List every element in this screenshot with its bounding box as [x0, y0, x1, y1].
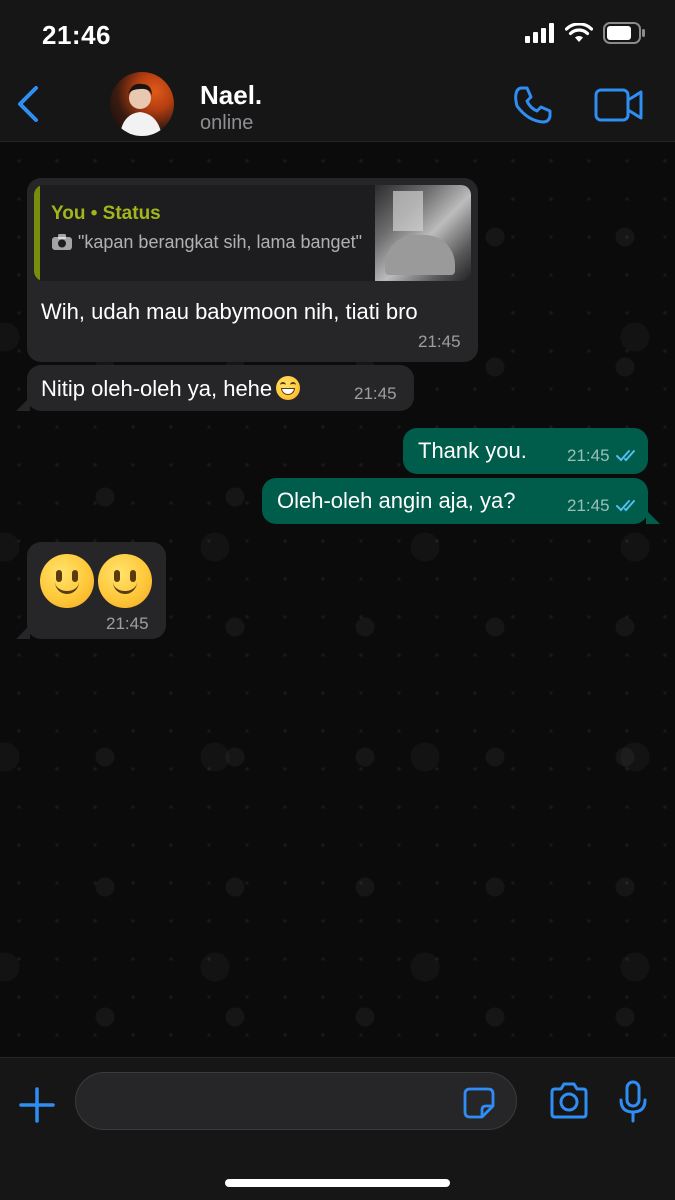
sticker-button[interactable]: [462, 1086, 496, 1120]
contact-status: online: [200, 112, 254, 134]
thumbnail-figure-shape: [385, 235, 455, 275]
camera-icon: [550, 1082, 588, 1119]
back-button[interactable]: [12, 82, 48, 126]
chat-messages[interactable]: You • Status "kapan berangkat sih, lama …: [0, 142, 675, 1057]
bubble-tail: [16, 625, 30, 639]
quote-accent-bar: [34, 185, 40, 281]
message-text-content: Nitip oleh-oleh ya, hehe: [41, 376, 273, 401]
video-camera-icon: [594, 88, 643, 122]
thumbnail-window-shape: [393, 191, 423, 231]
message-composer: [0, 1057, 675, 1200]
slightly-smiling-face-emoji: [40, 554, 94, 608]
status-time: 21:46: [42, 20, 111, 50]
message-time: 21:45: [354, 384, 397, 403]
battery-icon: [603, 22, 645, 44]
message-input[interactable]: [75, 1072, 517, 1130]
message-text: Nitip oleh-oleh ya, hehe: [41, 376, 301, 402]
contact-photo: [120, 83, 162, 136]
message-bubble-outgoing[interactable]: Thank you. 21:45: [403, 428, 648, 474]
status-icons: [525, 22, 645, 44]
message-time: 21:45: [418, 332, 461, 351]
read-receipt-icon: [616, 450, 635, 462]
quote-text: "kapan berangkat sih, lama banget": [78, 232, 362, 252]
sticker-icon: [463, 1087, 495, 1119]
plus-icon: [19, 1087, 55, 1123]
chevron-left-icon: [18, 86, 38, 122]
bubble-tail: [646, 510, 660, 524]
microphone-button[interactable]: [618, 1080, 648, 1124]
message-text: Wih, udah mau babymoon nih, tiati bro: [41, 299, 418, 324]
cellular-signal-icon: [525, 23, 554, 43]
video-call-button[interactable]: [594, 86, 644, 124]
message-bubble-outgoing[interactable]: Oleh-oleh angin aja, ya? 21:45: [262, 478, 648, 524]
read-receipt-icon: [616, 500, 635, 512]
status-thumbnail: [375, 185, 471, 281]
camera-icon: [52, 234, 72, 250]
attach-button[interactable]: [18, 1086, 56, 1124]
message-bubble-incoming[interactable]: Nitip oleh-oleh ya, hehe 21:45: [27, 365, 414, 411]
microphone-icon: [619, 1080, 647, 1123]
message-bubble-incoming[interactable]: 21:45: [27, 542, 166, 639]
grinning-face-emoji: [276, 376, 301, 400]
voice-call-button[interactable]: [512, 84, 554, 126]
message-time: 21:45: [567, 496, 610, 515]
message-text: Oleh-oleh angin aja, ya?: [277, 488, 516, 513]
slightly-smiling-face-emoji: [98, 554, 152, 608]
quoted-status-reply[interactable]: You • Status "kapan berangkat sih, lama …: [34, 185, 471, 281]
message-bubble-incoming[interactable]: You • Status "kapan berangkat sih, lama …: [27, 178, 478, 362]
message-time: 21:45: [106, 614, 149, 633]
status-bar: 21:46: [0, 0, 675, 68]
message-text: Thank you.: [418, 438, 527, 463]
contact-name[interactable]: Nael.: [200, 80, 262, 111]
wifi-icon: [565, 23, 593, 42]
message-time: 21:45: [567, 446, 610, 465]
bubble-tail: [16, 397, 30, 411]
camera-button[interactable]: [548, 1082, 590, 1120]
home-indicator[interactable]: [225, 1179, 450, 1187]
avatar[interactable]: [110, 72, 174, 136]
quote-author: You • Status: [51, 203, 161, 224]
chat-header: Nael. online: [0, 68, 675, 142]
phone-icon: [514, 86, 552, 124]
